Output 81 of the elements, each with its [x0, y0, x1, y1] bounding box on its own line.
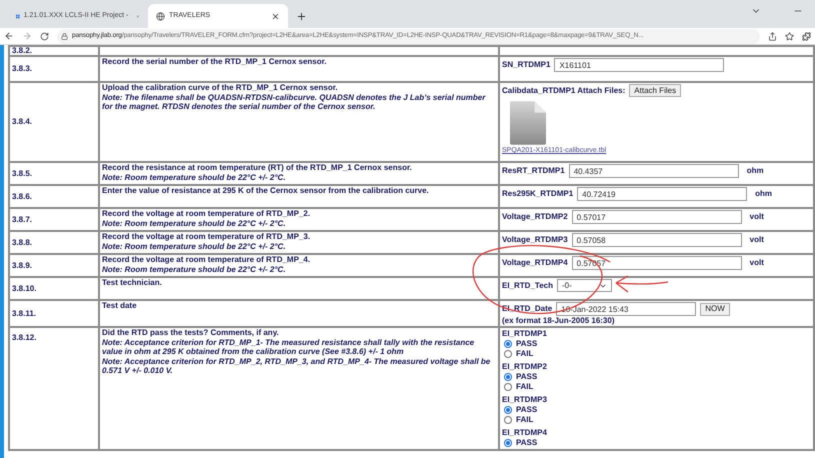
close-icon[interactable]	[271, 12, 280, 20]
note-text: Note: Room temperature should be 22°C +/- 2°C.	[102, 264, 287, 274]
bookmark-star-icon[interactable]	[785, 32, 794, 40]
unit-label: ohm	[746, 166, 764, 176]
note-text: Note: Acceptance criterion for RTD_MP_2, RTD_MP_3, and RTD_MP_4- The measured voltage shall be 0.571 V +/- 0.010 V.	[102, 356, 492, 376]
step-number-cell: 3.8.7.	[9, 208, 99, 231]
note-text: Note: Acceptance criterion for RTD_MP_1- The measured resistance shall tally with the resistance value in ohm at 295 K obtained from the calibration curve (See #3.8.6) +/- 1 ohm	[102, 338, 476, 356]
technician-select[interactable]: -0-	[556, 279, 612, 292]
radio-label: PASS	[516, 339, 538, 349]
step-number-cell: 3.8.11.	[9, 300, 99, 327]
back-icon[interactable]	[4, 31, 14, 41]
step-number-cell: 3.8.10.	[9, 277, 99, 300]
share-icon[interactable]	[768, 32, 777, 40]
step-number-cell: 3.8.9.	[9, 254, 99, 277]
field-label: Res295K_RTDMP1	[502, 189, 574, 199]
radio-label: FAIL	[516, 349, 534, 359]
radio-group-label: EI_RTDMP1	[502, 329, 548, 339]
attach-files-button[interactable]: Attach Files	[629, 84, 682, 97]
instruction-text: Did the RTD pass the tests? Comments, if any.	[102, 328, 280, 338]
field-label: Voltage_RTDMP2	[502, 212, 568, 222]
unit-label: volt	[750, 258, 764, 268]
input-field[interactable]: 0.57058	[572, 233, 742, 247]
instruction-text: Upload the calibration curve of the RTD_MP_1 Cernox sensor.	[102, 83, 339, 92]
input-field[interactable]: 40.72419	[577, 187, 748, 201]
field-label: Voltage_RTDMP4	[502, 258, 568, 268]
instruction-text: Record the voltage at room temperature of RTD_MP_3.	[102, 232, 312, 242]
instruction-text: Test technician.	[102, 278, 163, 288]
field-label: Calibdata_RTDMP1 Attach Files:	[502, 86, 626, 96]
unit-label: volt	[750, 212, 764, 222]
input-field[interactable]: 40.4357	[568, 164, 739, 178]
field-label: Voltage_RTDMP3	[502, 235, 568, 245]
radio-group-label: EI_RTDMP3	[502, 395, 548, 405]
note-text: Note: Room temperature should be 22°C +/- 2°C.	[102, 242, 287, 251]
radio-button[interactable]	[504, 383, 512, 391]
step-number-cell: 3.8.3.	[9, 56, 99, 82]
step-number-cell: 3.8.4.	[9, 82, 99, 162]
app-icon	[16, 12, 20, 20]
radio-button[interactable]	[504, 373, 512, 381]
lock-icon	[61, 32, 68, 40]
instruction-text: Record the voltage at room temperature of RTD_MP_2.	[102, 209, 312, 218]
reload-icon[interactable]	[40, 32, 49, 40]
radio-label: PASS	[516, 405, 538, 415]
field-label: ResRT_RTDMP1	[502, 166, 565, 176]
step-number-cell: 3.8.12.	[9, 327, 99, 450]
instruction-text: Record the voltage at room temperature of RTD_MP_4.	[102, 255, 312, 264]
radio-button[interactable]	[504, 340, 512, 348]
instruction-text: Enter the value of resistance at 295 K of the Cernox sensor from the calibration curve.	[102, 186, 430, 196]
note-text: Note: Room temperature should be 22°C +/- 2°C.	[102, 218, 287, 228]
globe-icon	[156, 12, 165, 20]
unit-label: volt	[750, 235, 764, 245]
radio-button[interactable]	[504, 406, 512, 414]
step-number-cell: 3.8.8.	[9, 231, 99, 254]
field-label: EI_RTD_Tech	[502, 280, 553, 290]
step-number-cell: 3.8.5.	[9, 162, 99, 185]
radio-label: FAIL	[516, 415, 534, 425]
note-text: Note: The filename shall be QUADSN-RTDSN-calibcurve. QUADSN denotes the J Lab’s serial number for the magnet. RTDSN denotes the serial number of the Cernox sensor.	[102, 92, 487, 112]
radio-button[interactable]	[504, 350, 512, 358]
forward-icon[interactable]	[22, 31, 32, 41]
radio-label: PASS	[516, 438, 538, 448]
input-field[interactable]: 0.57017	[572, 210, 742, 224]
new-tab-icon[interactable]	[296, 11, 307, 22]
step-number-cell: 3.8.6.	[9, 185, 99, 208]
step-number-cell: 3.8.2.	[9, 46, 99, 56]
now-button[interactable]: NOW	[700, 302, 730, 316]
input-field[interactable]: X161101	[554, 58, 724, 72]
radio-group-label: EI_RTDMP4	[502, 428, 548, 438]
instruction-text: Test date	[102, 301, 138, 310]
file-icon	[510, 101, 546, 145]
format-hint: (ex format 18-Jun-2005 16:30)	[502, 316, 616, 325]
radio-label: PASS	[516, 372, 538, 382]
radio-button[interactable]	[504, 439, 512, 447]
ink-arrow	[615, 275, 669, 293]
note-text: Note: Room temperature should be 22°C +/- 2°C.	[102, 172, 287, 182]
instruction-text: Record the resistance at room temperature (RT) of the RTD_MP_1 Cernox sensor.	[102, 163, 413, 172]
field-label: SN_RTDMP1	[502, 60, 550, 70]
extensions-icon[interactable]	[802, 32, 811, 40]
unit-label: ohm	[755, 189, 772, 199]
instruction-text: Record the serial number of the RTD_MP_1 Cernox sensor.	[102, 57, 328, 66]
radio-label: FAIL	[516, 382, 534, 392]
radio-group-label: EI_RTDMP2	[502, 362, 548, 372]
radio-button[interactable]	[504, 416, 512, 424]
